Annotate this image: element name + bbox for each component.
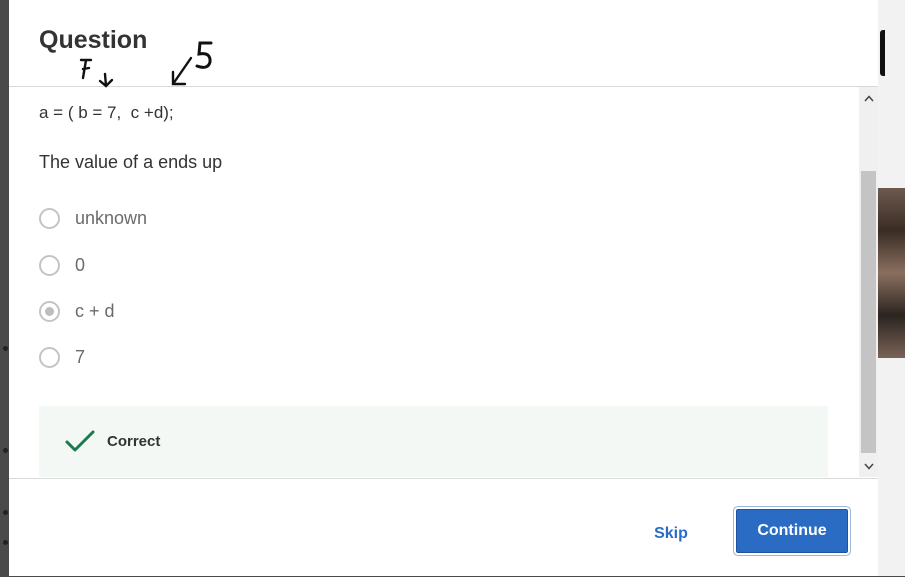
background-handwriting — [880, 30, 893, 76]
radio-button[interactable] — [39, 208, 60, 229]
question-prompt: The value of a ends up — [39, 152, 223, 172]
answer-label: 7 — [75, 347, 86, 367]
background-photo — [878, 188, 905, 358]
background-dot — [3, 540, 8, 545]
question-dialog: Question a = ( b = 7, c +d); The value o… — [9, 0, 878, 576]
background-dot — [3, 346, 8, 351]
answer-option-7[interactable]: 7 — [39, 345, 439, 373]
answer-label: c + d — [75, 301, 115, 321]
scroll-down-button[interactable] — [859, 457, 878, 475]
background-dot — [3, 448, 8, 453]
radio-button-selected[interactable] — [39, 301, 60, 322]
chevron-up-icon — [863, 94, 874, 101]
answer-option-unknown[interactable]: unknown — [39, 206, 439, 234]
radio-button[interactable] — [39, 347, 60, 368]
radio-button[interactable] — [39, 255, 60, 276]
answer-option-0[interactable]: 0 — [39, 253, 439, 281]
vertical-scrollbar[interactable] — [859, 87, 878, 477]
check-icon — [65, 430, 95, 452]
scroll-up-button[interactable] — [859, 89, 878, 107]
chevron-down-icon — [863, 463, 874, 470]
scrollbar-thumb[interactable] — [861, 171, 876, 453]
continue-button[interactable]: Continue — [734, 507, 850, 555]
answer-label: unknown — [75, 208, 148, 228]
feedback-label: Correct — [107, 433, 161, 450]
handwritten-annotation — [79, 41, 213, 88]
dialog-footer: Skip Continue — [9, 478, 878, 577]
dialog-header: Question — [9, 0, 878, 88]
code-snippet: a = ( b = 7, c +d); — [39, 103, 174, 122]
question-body: a = ( b = 7, c +d); The value of a ends … — [9, 87, 858, 477]
feedback-banner: Correct — [39, 406, 828, 477]
background-dot — [3, 510, 8, 515]
skip-button[interactable]: Skip — [637, 519, 705, 549]
answer-option-c-plus-d[interactable]: c + d — [39, 299, 439, 327]
answer-label: 0 — [75, 255, 86, 275]
